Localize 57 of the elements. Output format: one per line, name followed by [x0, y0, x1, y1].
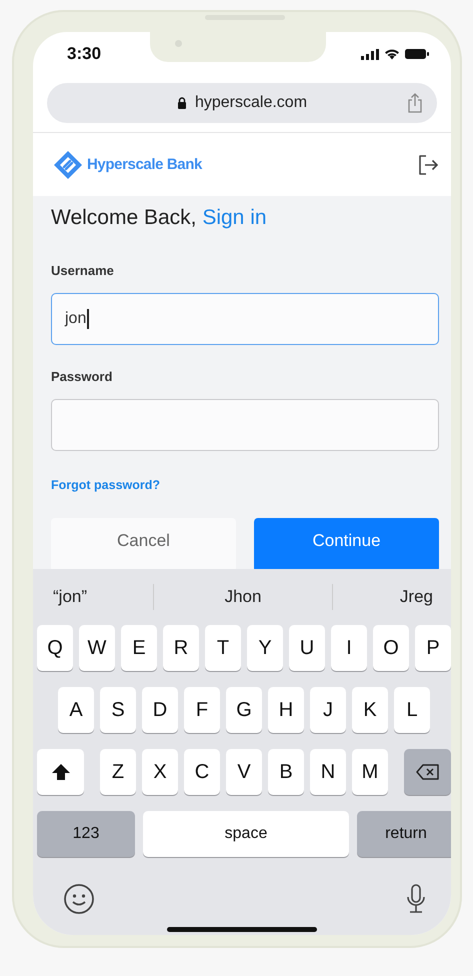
url-text: hyperscale.com: [194, 94, 308, 112]
keyboard-key[interactable]: P: [415, 625, 451, 671]
suggestion-item[interactable]: Jreg: [333, 587, 433, 607]
keyboard-key[interactable]: Z: [100, 749, 136, 795]
input-field[interactable]: jon: [51, 293, 439, 345]
keyboard-key[interactable]: M: [352, 749, 388, 795]
keyboard-key[interactable]: Q: [37, 625, 73, 671]
space-key[interactable]: space: [143, 811, 349, 857]
field-label: Username: [51, 263, 115, 278]
keyboard-key[interactable]: N: [310, 749, 346, 795]
keyboard-key[interactable]: T: [205, 625, 241, 671]
keyboard-key[interactable]: F: [184, 687, 220, 733]
keyboard-key[interactable]: B: [268, 749, 304, 795]
keyboard-key[interactable]: J: [310, 687, 346, 733]
brand-name: Hyperscale Bank: [87, 156, 202, 173]
keyboard-key[interactable]: L: [394, 687, 430, 733]
up-arrow-icon: [50, 763, 70, 781]
continue-button[interactable]: Continue: [254, 518, 439, 569]
return-key[interactable]: return: [357, 811, 451, 857]
keyboard-key[interactable]: I: [331, 625, 367, 671]
keyboard-key[interactable]: D: [142, 687, 178, 733]
input-field[interactable]: [51, 399, 439, 451]
keyboard-key[interactable]: C: [184, 749, 220, 795]
keyboard-key[interactable]: R: [163, 625, 199, 671]
keyboard-key[interactable]: X: [142, 749, 178, 795]
status-time: 3:30: [67, 44, 102, 64]
keyboard-key[interactable]: A: [58, 687, 94, 733]
battery-icon: [405, 48, 429, 60]
text-cursor: [87, 309, 89, 329]
keyboard-key[interactable]: E: [121, 625, 157, 671]
emoji-icon[interactable]: [63, 883, 95, 915]
field-label: Password: [51, 369, 114, 384]
keyboard-key[interactable]: G: [226, 687, 262, 733]
keyboard-key[interactable]: H: [268, 687, 304, 733]
keyboard-key[interactable]: V: [226, 749, 262, 795]
backspace-key[interactable]: [404, 749, 451, 795]
keyboard-key[interactable]: W: [79, 625, 115, 671]
logo-icon: [53, 150, 83, 180]
share-icon[interactable]: [407, 93, 424, 113]
backspace-icon: [416, 763, 440, 781]
keyboard-key[interactable]: Y: [247, 625, 283, 671]
microphone-icon[interactable]: [405, 883, 427, 915]
shift-key[interactable]: [37, 749, 84, 795]
suggestion-item[interactable]: Jhon: [154, 587, 332, 607]
cancel-button[interactable]: Cancel: [51, 518, 236, 569]
wifi-icon: [384, 48, 400, 60]
keyboard-key[interactable]: U: [289, 625, 325, 671]
lock-icon: [176, 97, 187, 109]
keyboard-key[interactable]: O: [373, 625, 409, 671]
keyboard-key[interactable]: S: [100, 687, 136, 733]
logout-icon[interactable]: [417, 154, 439, 176]
numbers-key[interactable]: 123: [37, 811, 135, 857]
address-bar[interactable]: hyperscale.com: [47, 83, 437, 123]
keyboard-key[interactable]: K: [352, 687, 388, 733]
signal-icon: [361, 48, 379, 60]
welcome-heading: Welcome Back, Sign in: [51, 206, 268, 230]
suggestion-item[interactable]: “jon”: [53, 587, 153, 607]
